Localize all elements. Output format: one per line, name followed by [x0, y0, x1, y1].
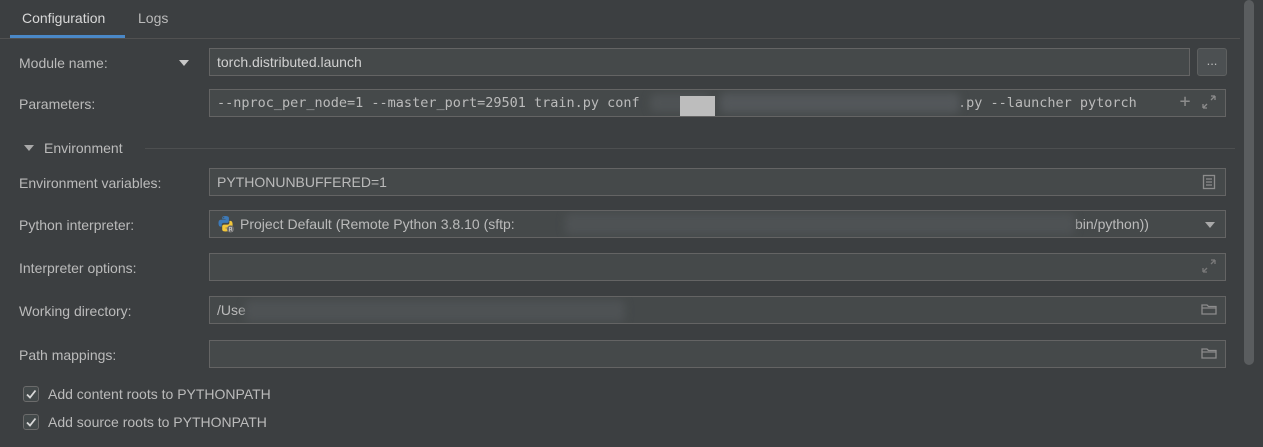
collapse-environment-icon[interactable] [24, 145, 34, 151]
tab-bar: Configuration Logs [0, 0, 1240, 39]
redacted-region [720, 93, 960, 113]
browse-module-button[interactable]: ... [1197, 48, 1227, 76]
svg-text:R: R [229, 227, 233, 234]
active-tab-indicator [10, 35, 125, 38]
tab-configuration[interactable]: Configuration [10, 0, 117, 36]
path-mappings-label: Path mappings: [19, 347, 117, 363]
working-directory-value: /Use [217, 302, 246, 318]
module-name-input[interactable]: torch.distributed.launch [209, 48, 1190, 76]
working-directory-input[interactable]: /Use [209, 296, 1226, 324]
module-name-label[interactable]: Module name: [19, 53, 108, 73]
interpreter-value-start: Project Default (Remote Python 3.8.10 (s… [240, 216, 515, 232]
section-divider [145, 148, 1235, 149]
interpreter-options-label: Interpreter options: [19, 260, 137, 276]
redacted-region [245, 300, 625, 322]
expand-icon[interactable] [1201, 95, 1217, 111]
content-roots-label[interactable]: Add content roots to PYTHONPATH [48, 384, 271, 404]
source-roots-label[interactable]: Add source roots to PYTHONPATH [48, 412, 267, 432]
env-vars-input[interactable]: PYTHONUNBUFFERED=1 [209, 168, 1226, 196]
tab-logs[interactable]: Logs [126, 0, 180, 36]
add-icon[interactable]: + [1177, 93, 1193, 111]
folder-icon[interactable] [1201, 346, 1217, 362]
env-vars-value: PYTHONUNBUFFERED=1 [217, 174, 387, 190]
expand-icon[interactable] [1201, 259, 1217, 275]
checkmark-icon [26, 417, 37, 427]
environment-section-title[interactable]: Environment [44, 138, 123, 158]
scrollbar-thumb[interactable] [1244, 0, 1254, 365]
parameters-label: Parameters: [19, 96, 96, 112]
path-mappings-input[interactable] [209, 340, 1226, 368]
env-vars-label: Environment variables: [19, 175, 162, 191]
content-roots-checkbox[interactable] [23, 386, 39, 402]
redacted-block [680, 96, 715, 116]
chevron-down-icon[interactable] [179, 60, 189, 66]
parameters-value-start: --nproc_per_node=1 --master_port=29501 t… [217, 95, 640, 111]
checkmark-icon [26, 389, 37, 399]
interpreter-value-end: bin/python)) [1075, 216, 1149, 232]
python-interpreter-label: Python interpreter: [19, 217, 135, 233]
parameters-input[interactable]: --nproc_per_node=1 --master_port=29501 t… [209, 89, 1226, 117]
redacted-region [565, 213, 1075, 235]
folder-icon[interactable] [1201, 302, 1217, 318]
interpreter-options-input[interactable] [209, 253, 1226, 281]
python-interpreter-select[interactable]: R Project Default (Remote Python 3.8.10 … [209, 210, 1226, 238]
module-name-value: torch.distributed.launch [217, 54, 362, 70]
chevron-down-icon[interactable] [1205, 222, 1215, 228]
document-icon[interactable] [1201, 174, 1217, 190]
source-roots-checkbox[interactable] [23, 414, 39, 430]
python-remote-icon: R [218, 216, 235, 234]
working-directory-label: Working directory: [19, 303, 132, 319]
parameters-value-end: .py --launcher pytorch [958, 95, 1137, 111]
